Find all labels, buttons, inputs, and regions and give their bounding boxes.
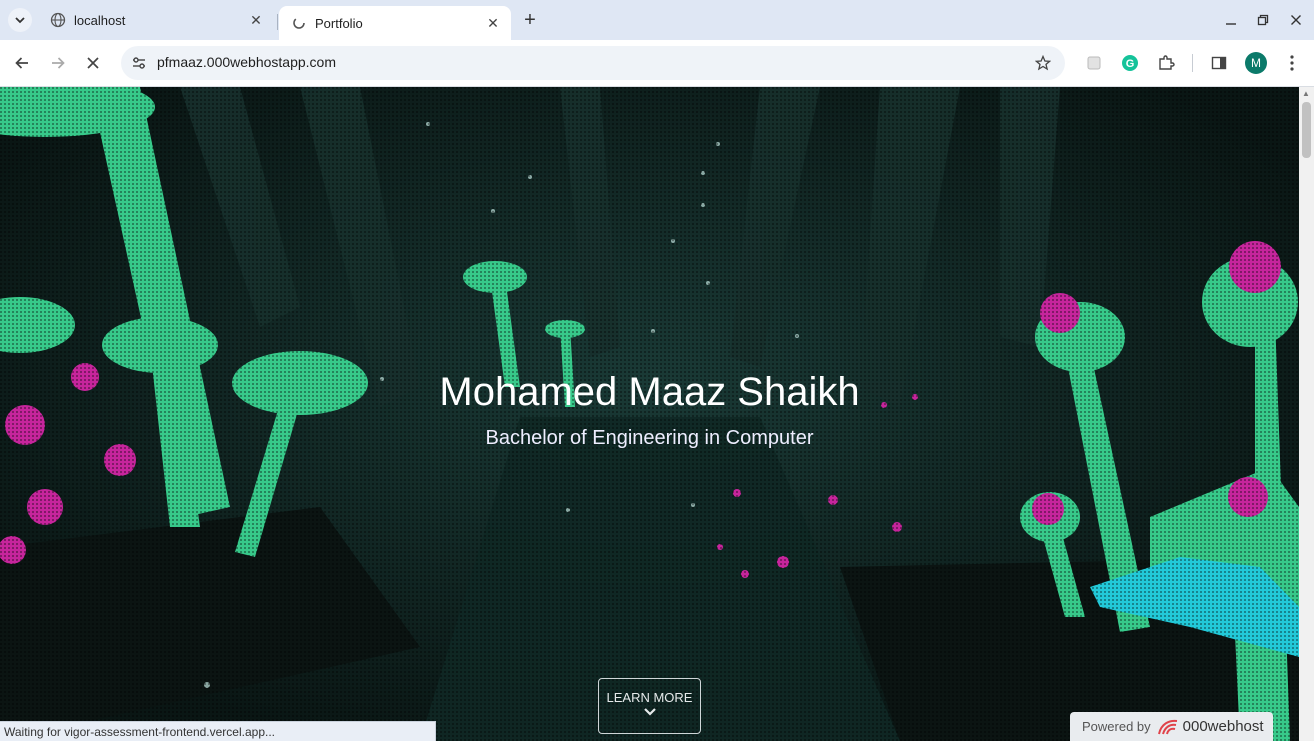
- new-tab-button[interactable]: +: [518, 8, 542, 32]
- bookmark-star-icon[interactable]: [1033, 53, 1053, 73]
- url-text[interactable]: pfmaaz.000webhostapp.com: [157, 54, 336, 70]
- close-window-icon[interactable]: [1284, 8, 1308, 32]
- svg-text:G: G: [1126, 58, 1135, 70]
- learn-more-button[interactable]: LEARN MORE: [598, 678, 701, 734]
- tab-title: localhost: [74, 12, 126, 28]
- grammarly-icon[interactable]: G: [1118, 51, 1142, 75]
- 000webhost-logo-icon: [1157, 718, 1179, 736]
- close-tab-icon[interactable]: ✕: [483, 13, 503, 33]
- scroll-up-arrow-icon[interactable]: ▲: [1302, 89, 1310, 98]
- powered-by-badge[interactable]: Powered by 000webhost: [1070, 712, 1273, 741]
- scrollbar-thumb[interactable]: [1302, 102, 1311, 158]
- globe-icon: [50, 12, 66, 28]
- restore-icon[interactable]: [1251, 8, 1275, 32]
- forward-arrow-icon[interactable]: [46, 51, 70, 75]
- back-arrow-icon[interactable]: [10, 51, 34, 75]
- hero-subtitle: Bachelor of Engineering in Computer: [485, 427, 814, 449]
- chevron-down-icon: [599, 705, 700, 720]
- extension-icon[interactable]: [1082, 51, 1106, 75]
- puzzle-extensions-icon[interactable]: [1154, 51, 1178, 75]
- close-tab-icon[interactable]: ✕: [246, 10, 266, 30]
- powered-by-label: Powered by: [1082, 719, 1151, 734]
- tab-localhost[interactable]: localhost ✕: [38, 6, 274, 34]
- tab-portfolio[interactable]: Portfolio ✕: [279, 6, 511, 40]
- learn-more-label: LEARN MORE: [606, 690, 693, 705]
- kebab-menu-icon[interactable]: [1280, 51, 1304, 75]
- hero-name-heading: Mohamed Maaz Shaikh: [439, 370, 860, 414]
- tab-separator: [277, 14, 278, 30]
- tab-title: Portfolio: [315, 15, 363, 31]
- powered-by-brand: 000webhost: [1182, 718, 1264, 735]
- address-bar[interactable]: pfmaaz.000webhostapp.com: [121, 46, 1065, 80]
- loading-icon: [291, 15, 307, 31]
- minimize-icon[interactable]: [1219, 8, 1243, 32]
- site-info-icon[interactable]: [129, 53, 149, 73]
- status-bar: Waiting for vigor-assessment-frontend.ve…: [0, 721, 436, 741]
- chevron-down-icon: [15, 17, 25, 24]
- scrollbar[interactable]: [1299, 87, 1314, 741]
- tab-strip: localhost ✕ Portfolio ✕ +: [0, 0, 1314, 40]
- tab-search-button[interactable]: [8, 8, 32, 32]
- page-viewport: Mohamed Maaz Shaikh Bachelor of Engineer…: [0, 87, 1299, 741]
- stop-loading-icon[interactable]: [81, 51, 105, 75]
- profile-avatar[interactable]: M: [1245, 52, 1267, 74]
- toolbar-divider: [1192, 54, 1193, 72]
- browser-toolbar: pfmaaz.000webhostapp.com G M: [0, 40, 1314, 87]
- side-panel-icon[interactable]: [1207, 51, 1231, 75]
